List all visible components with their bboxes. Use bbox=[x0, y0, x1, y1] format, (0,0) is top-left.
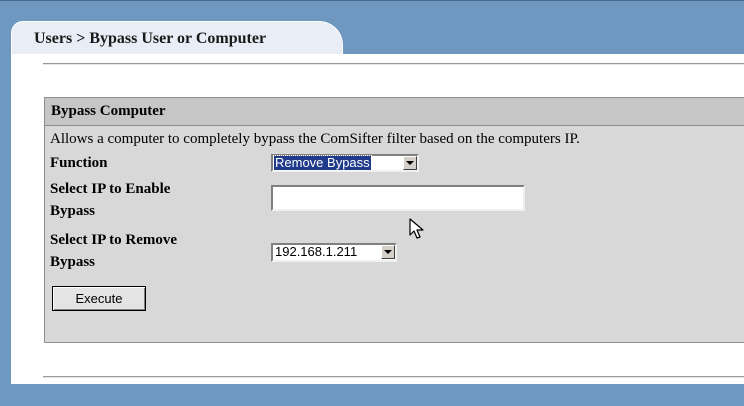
chevron-down-icon[interactable] bbox=[381, 245, 395, 259]
function-select-value: Remove Bypass bbox=[273, 155, 372, 171]
panel-header: Bypass Computer bbox=[45, 98, 744, 126]
window-frame: Users > Bypass User or Computer Bypass C… bbox=[0, 0, 744, 406]
remove-ip-select[interactable]: 192.168.1.211 bbox=[271, 243, 397, 262]
function-label: Function bbox=[50, 155, 108, 171]
enable-ip-input[interactable] bbox=[271, 185, 525, 211]
divider-top bbox=[43, 63, 744, 65]
content-area: Bypass Computer Allows a computer to com… bbox=[11, 54, 744, 384]
bypass-computer-panel: Bypass Computer Allows a computer to com… bbox=[44, 97, 744, 343]
tab-breadcrumb[interactable]: Users > Bypass User or Computer bbox=[11, 21, 343, 55]
remove-ip-select-value: 192.168.1.211 bbox=[275, 244, 358, 259]
execute-button[interactable]: Execute bbox=[52, 286, 146, 311]
divider-bottom bbox=[43, 376, 744, 378]
panel-description: Allows a computer to completely bypass t… bbox=[50, 131, 580, 147]
enable-ip-label: Select IP to Enable Bypass bbox=[50, 181, 171, 219]
chevron-down-icon[interactable] bbox=[403, 156, 417, 170]
remove-ip-label: Select IP to Remove Bypass bbox=[50, 232, 178, 270]
mouse-pointer-icon bbox=[409, 218, 424, 239]
function-select[interactable]: Remove Bypass bbox=[271, 154, 419, 172]
panel-title: Bypass Computer bbox=[51, 103, 166, 119]
breadcrumb: Users > Bypass User or Computer bbox=[34, 30, 267, 47]
